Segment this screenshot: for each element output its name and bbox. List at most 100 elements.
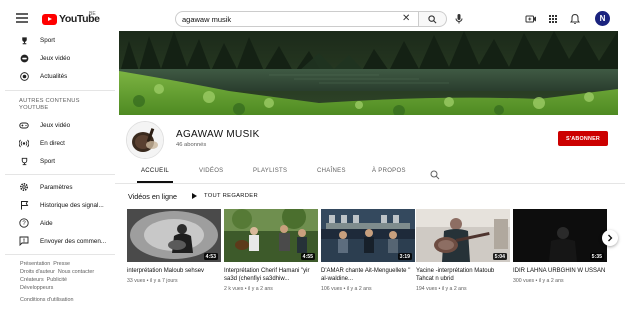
sidebar-item-report-history[interactable]: Historique des signal... <box>5 198 115 212</box>
video-duration: 3:19 <box>397 253 412 260</box>
youtube-window: YouTube BE ✕ <box>5 4 633 310</box>
gear-icon <box>19 182 29 192</box>
search-icon <box>430 170 440 180</box>
bell-icon <box>570 13 580 24</box>
chevron-right-icon <box>608 234 613 242</box>
hamburger-menu-icon[interactable] <box>16 13 28 23</box>
notifications-button[interactable] <box>568 12 582 26</box>
video-title[interactable]: D'AMAR chante Ait-Menguellete " al-waldi… <box>321 267 415 283</box>
sidebar-item-help[interactable]: ? Aide <box>5 216 115 230</box>
flag-icon <box>19 200 29 210</box>
tab-videos[interactable]: VIDÉOS <box>199 164 223 183</box>
section-title: Vidéos en ligne <box>128 192 178 201</box>
help-icon: ? <box>19 218 29 228</box>
sidebar-item-feedback[interactable]: Envoyer des commen... <box>5 234 115 248</box>
tab-playlists[interactable]: PLAYLISTS <box>253 164 287 183</box>
video-card[interactable]: 4:55 Interprétation Cherif Hamani "yir s… <box>224 209 318 292</box>
footer-link[interactable]: Créateurs <box>20 277 44 283</box>
sidebar-divider <box>5 254 115 255</box>
video-thumbnail[interactable]: 3:19 <box>321 209 415 262</box>
video-thumbnail[interactable]: 5:35 <box>513 209 607 262</box>
tab-home[interactable]: ACCUEIL <box>137 164 173 183</box>
channel-name: AGAWAW MUSIK <box>176 129 260 140</box>
sidebar-divider <box>5 174 115 175</box>
footer-link[interactable]: Développeurs <box>20 285 53 291</box>
tabs-divider <box>115 183 633 184</box>
video-camera-plus-icon <box>525 15 536 23</box>
channel-banner <box>119 31 618 115</box>
sidebar-item-settings[interactable]: Paramètres <box>5 180 115 194</box>
video-card[interactable]: 3:19 D'AMAR chante Ait-Menguellete " al-… <box>321 209 415 292</box>
subscribe-button[interactable]: S'ABONNER <box>558 131 608 146</box>
footer-link[interactable]: Presse <box>53 261 70 267</box>
video-card[interactable]: 5:04 Yacine -interprétation Matoub Tahca… <box>416 209 510 292</box>
video-thumbnail[interactable]: 5:04 <box>416 209 510 262</box>
sidebar-item-label: Actualités <box>40 72 68 80</box>
tab-channels[interactable]: CHAÎNES <box>317 164 346 183</box>
sidebar-item-label: Paramètres <box>40 183 73 191</box>
sidebar-item-sport-more[interactable]: Sport <box>5 154 115 168</box>
footer-link[interactable]: Nous contacter <box>58 269 94 275</box>
play-all-button[interactable]: TOUT REGARDER <box>192 193 258 199</box>
footer-link[interactable]: Conditions d'utilisation <box>20 297 73 303</box>
microphone-icon <box>455 14 463 24</box>
video-title[interactable]: Yacine -interprétation Matoub Tahcat n u… <box>416 267 510 283</box>
search-input[interactable] <box>182 14 382 25</box>
carousel-next-button[interactable] <box>602 230 618 246</box>
clear-search-icon[interactable]: ✕ <box>402 13 410 24</box>
svg-text:?: ? <box>22 221 26 227</box>
account-avatar[interactable]: N <box>595 11 610 26</box>
video-meta: 2 k vues • il y a 2 ans <box>224 286 273 292</box>
create-video-button[interactable] <box>524 12 538 26</box>
channel-avatar[interactable] <box>126 121 164 159</box>
sidebar-footer-terms: Conditions d'utilisation <box>20 296 112 304</box>
tab-about[interactable]: À PROPOS <box>372 164 406 183</box>
apps-button[interactable] <box>546 12 560 26</box>
search-button[interactable] <box>419 11 447 27</box>
sidebar-item-label: Aide <box>40 219 53 227</box>
sidebar-item-live[interactable]: En direct <box>5 136 115 150</box>
search-box: ✕ <box>175 11 419 27</box>
trophy-icon <box>19 35 29 45</box>
sidebar-item-label: En direct <box>40 139 65 147</box>
video-meta: 106 vues • il y a 2 ans <box>321 286 372 292</box>
sidebar-section-heading: AUTRES CONTENUS YOUTUBE <box>19 98 80 111</box>
sidebar-item-sport[interactable]: Sport <box>5 33 115 47</box>
sidebar-item-label: Envoyer des commen... <box>40 237 107 245</box>
video-duration: 4:55 <box>300 253 315 260</box>
video-duration: 4:53 <box>203 253 218 260</box>
sidebar-item-news[interactable]: Actualités <box>5 69 115 83</box>
footer-link[interactable]: Publicité <box>47 277 67 283</box>
sidebar-footer-links: Présentation Presse Droits d'auteur Nous c… <box>20 260 112 292</box>
sidebar-item-label: Jeux vidéo <box>40 54 71 62</box>
apps-grid-icon <box>549 15 557 23</box>
sidebar-item-youtube-gaming[interactable]: Jeux vidéo <box>5 118 115 132</box>
channel-search-button[interactable] <box>430 167 440 180</box>
news-icon <box>19 71 29 81</box>
video-thumbnail[interactable]: 4:55 <box>224 209 318 262</box>
sidebar-item-label: Jeux vidéo <box>40 121 71 129</box>
footer-link[interactable]: Présentation <box>20 261 50 267</box>
subscriber-count: 46 abonnés <box>176 142 207 148</box>
gaming-controller-icon <box>19 120 29 130</box>
video-title[interactable]: IDIR LAHNA URBGHIN W USSAN <box>513 267 607 275</box>
video-card[interactable]: 4:53 interprétation Maloub sehsev 33 vue… <box>127 209 221 284</box>
top-bar: YouTube BE ✕ <box>5 4 633 32</box>
video-title[interactable]: interprétation Maloub sehsev <box>127 267 221 275</box>
sidebar-item-label: Sport <box>40 36 56 44</box>
play-icon <box>192 193 197 199</box>
sidebar-item-gaming[interactable]: Jeux vidéo <box>5 51 115 65</box>
search-icon <box>428 15 437 24</box>
video-duration: 5:04 <box>492 253 507 260</box>
sidebar-item-label: Sport <box>40 157 56 165</box>
video-card[interactable]: 5:35 IDIR LAHNA URBGHIN W USSAN 300 vues… <box>513 209 607 284</box>
video-title[interactable]: Interprétation Cherif Hamani "yir sa3d (… <box>224 267 318 283</box>
voice-search-button[interactable] <box>452 12 466 26</box>
play-all-label: TOUT REGARDER <box>204 193 258 199</box>
country-code: BE <box>89 11 96 17</box>
sidebar-divider <box>5 90 115 91</box>
footer-link[interactable]: Droits d'auteur <box>20 269 55 275</box>
video-meta: 194 vues • il y a 2 ans <box>416 286 467 292</box>
trophy-icon <box>19 156 29 166</box>
video-thumbnail[interactable]: 4:53 <box>127 209 221 262</box>
